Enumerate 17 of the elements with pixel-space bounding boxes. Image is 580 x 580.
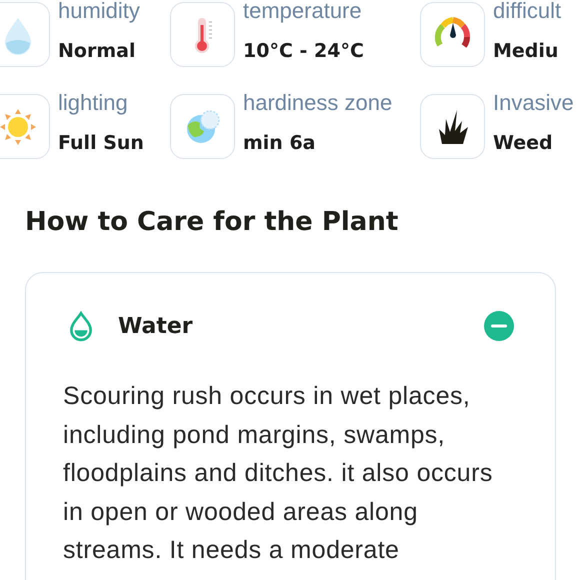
attribute-label: temperature (243, 0, 363, 24)
attribute-value: Weed (493, 131, 554, 155)
attribute-label: hardiness zone (243, 90, 392, 116)
attribute-label: difficult (493, 0, 562, 24)
collapse-icon[interactable] (484, 311, 514, 341)
attribute-value: Mediu (493, 39, 560, 63)
attribute-value: Normal (58, 39, 136, 63)
attribute-label: lighting (58, 90, 129, 116)
attribute-label: Invasive (493, 90, 574, 116)
sun-icon (0, 106, 38, 146)
attribute-value: Full Sun (58, 131, 144, 155)
care-text: Scouring rush occurs in wet places, including pond margins, swamps, floodplains and ditches. it also occurs in open or wooded areas along streams. It needs a moderate (63, 381, 494, 566)
care-title: Water (118, 314, 194, 338)
attribute-value: min 6a (243, 131, 316, 155)
attribute-label: humidity (58, 0, 140, 24)
section-heading: How to Care for the Plant (25, 206, 400, 239)
attribute-value: 10°C - 24°C (243, 39, 364, 63)
